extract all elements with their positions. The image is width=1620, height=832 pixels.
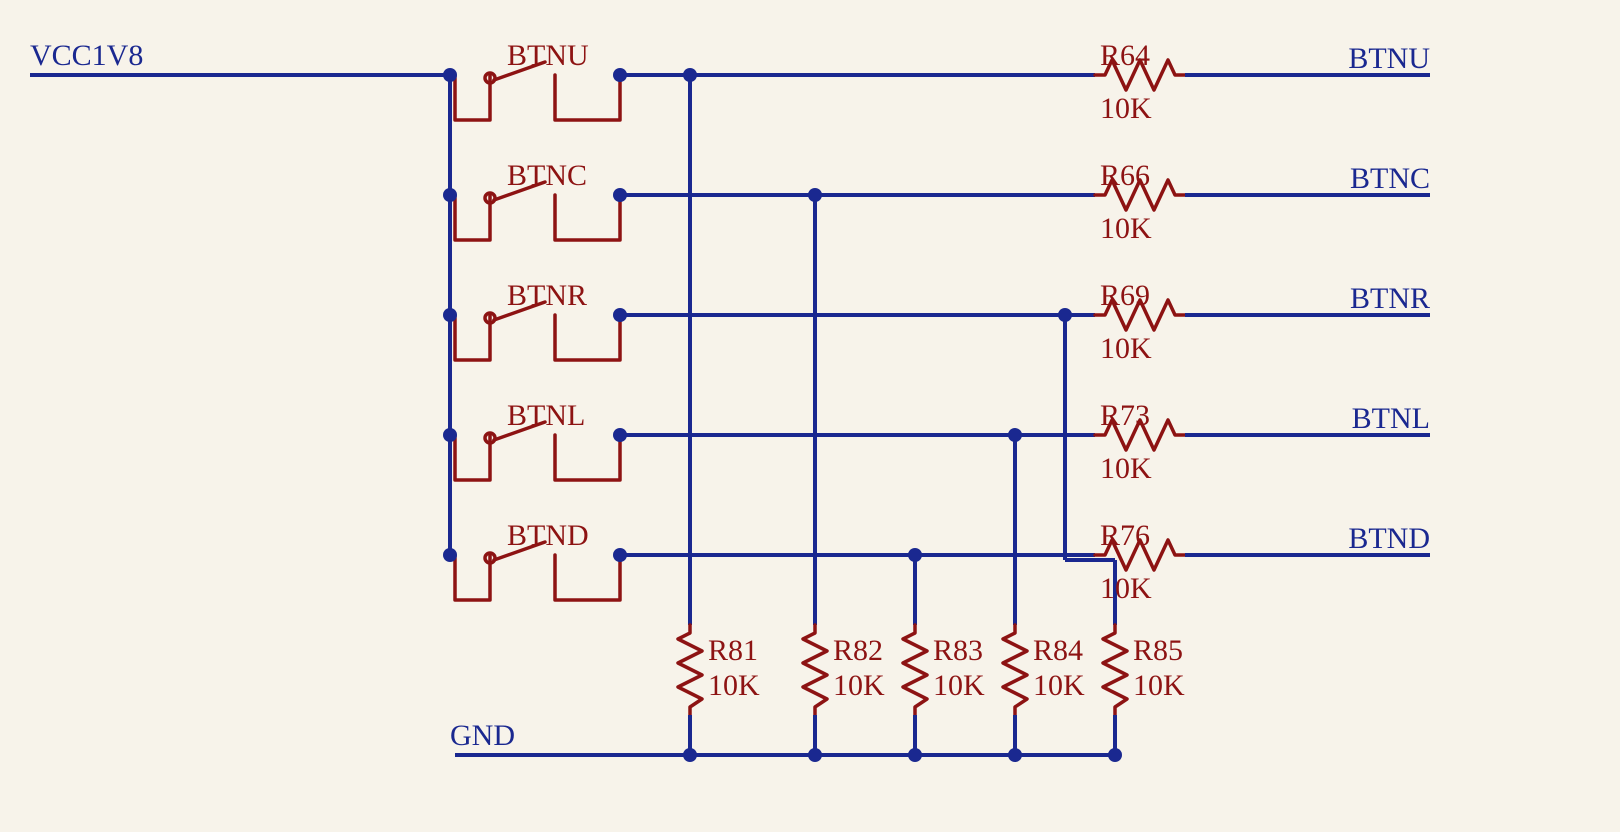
pd-r2-val: 10K: [933, 669, 985, 702]
resistor-r85: R85 10K: [1103, 625, 1185, 762]
pd-r2-ref: R83: [933, 634, 983, 667]
pd-r0-val: 10K: [708, 669, 760, 702]
pd-r1-val: 10K: [833, 669, 885, 702]
net-out-0: BTNU: [1348, 42, 1430, 75]
switch-btnr: BTNR: [455, 279, 620, 360]
series-r4-val: 10K: [1100, 572, 1152, 605]
resistor-r83: R83 10K: [903, 625, 985, 762]
series-r3-val: 10K: [1100, 452, 1152, 485]
switch-btnu: BTNU: [455, 39, 620, 120]
series-r0-val: 10K: [1100, 92, 1152, 125]
net-out-2: BTNR: [1350, 282, 1430, 315]
pd-r1-ref: R82: [833, 634, 883, 667]
resistor-r69: R69 10K: [1095, 279, 1185, 365]
button-0-label: BTNU: [507, 39, 589, 72]
series-r1-val: 10K: [1100, 212, 1152, 245]
pd-r4-ref: R85: [1133, 634, 1183, 667]
resistor-r82: R82 10K: [803, 625, 885, 762]
net-out-3: BTNL: [1352, 402, 1430, 435]
resistor-r81: R81 10K: [678, 625, 760, 762]
pd-r4-val: 10K: [1133, 669, 1185, 702]
net-gnd: GND: [450, 719, 515, 752]
switch-btnl: BTNL: [455, 399, 620, 480]
resistor-r64: R64 10K: [1095, 39, 1185, 125]
button-1-label: BTNC: [507, 159, 587, 192]
switch-btnd: BTND: [455, 519, 620, 600]
pd-r0-ref: R81: [708, 634, 758, 667]
resistor-r73: R73 10K: [1095, 399, 1185, 485]
button-2-label: BTNR: [507, 279, 587, 312]
button-3-label: BTNL: [507, 399, 585, 432]
pd-r3-val: 10K: [1033, 669, 1085, 702]
series-r2-val: 10K: [1100, 332, 1152, 365]
net-out-1: BTNC: [1350, 162, 1430, 195]
resistor-r66: R66 10K: [1095, 159, 1185, 245]
net-out-4: BTND: [1348, 522, 1430, 555]
resistor-r84: R84 10K: [1003, 625, 1085, 762]
net-vcc: VCC1V8: [30, 39, 143, 72]
button-4-label: BTND: [507, 519, 589, 552]
pd-r3-ref: R84: [1033, 634, 1083, 667]
switch-btnc: BTNC: [455, 159, 620, 240]
